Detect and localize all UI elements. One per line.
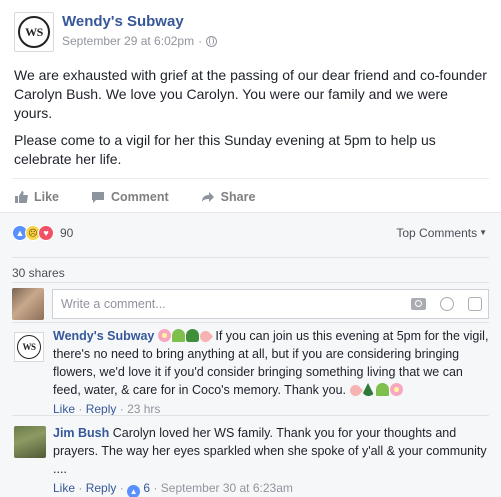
thumbs-up-icon: ▲ bbox=[127, 485, 141, 497]
separator: · bbox=[153, 481, 158, 495]
shares-count[interactable]: 30 shares bbox=[12, 257, 489, 280]
comment-avatar[interactable]: WS bbox=[14, 332, 44, 362]
ws-logo: WS bbox=[18, 16, 50, 48]
separator: · bbox=[119, 481, 124, 495]
comment-icon bbox=[92, 191, 105, 203]
comment-placeholder: Write a comment... bbox=[61, 297, 166, 311]
comment-like-link[interactable]: Like bbox=[53, 402, 75, 416]
share-label: Share bbox=[220, 189, 256, 204]
comment-like-link[interactable]: Like bbox=[53, 481, 75, 495]
emoji-icon[interactable] bbox=[440, 297, 454, 311]
separator: · bbox=[119, 402, 124, 416]
ws-logo: WS bbox=[17, 335, 41, 359]
reaction-icons[interactable]: ▲ ☹ ♥ bbox=[12, 225, 54, 241]
reaction-count[interactable]: 90 bbox=[60, 226, 73, 240]
evergreen-emoji-icon bbox=[361, 383, 375, 396]
meta-separator: · bbox=[198, 34, 203, 48]
post-paragraph: We are exhausted with grief at the passi… bbox=[14, 67, 487, 121]
comment-reply-link[interactable]: Reply bbox=[86, 402, 117, 416]
comment-avatar[interactable] bbox=[14, 426, 46, 458]
top-comments-dropdown[interactable]: Top Comments ▼ bbox=[396, 226, 487, 240]
top-comments-label: Top Comments bbox=[396, 226, 478, 240]
separator: · bbox=[78, 481, 83, 495]
like-label: Like bbox=[34, 189, 60, 204]
camera-icon[interactable] bbox=[411, 298, 426, 310]
comments-section: ▲ ☹ ♥ 90 Top Comments ▼ 30 shares Write a… bbox=[0, 212, 501, 497]
post-timestamp[interactable]: September 29 at 6:02pm bbox=[62, 34, 194, 48]
sticker-icon[interactable] bbox=[468, 297, 482, 311]
comment-actions: Like · Reply · 23 hrs bbox=[53, 402, 489, 416]
comment-input[interactable]: Write a comment... bbox=[52, 289, 489, 319]
flower-emoji-icon bbox=[389, 383, 403, 396]
comment-composer: Write a comment... bbox=[12, 282, 489, 320]
share-button[interactable]: Share bbox=[201, 189, 256, 204]
comment-author[interactable]: Jim Bush bbox=[53, 426, 109, 440]
love-icon: ♥ bbox=[38, 225, 54, 241]
comment: Jim Bush Carolyn loved her WS family. Th… bbox=[12, 415, 489, 497]
comment-reply-link[interactable]: Reply bbox=[86, 481, 117, 495]
facebook-post: WS Wendy's Subway September 29 at 6:02pm… bbox=[0, 0, 501, 497]
composer-icons bbox=[411, 297, 482, 311]
globe-icon[interactable] bbox=[206, 35, 218, 47]
avatar[interactable] bbox=[12, 288, 44, 320]
comment-text: Carolyn loved her WS family. Thank you f… bbox=[53, 426, 487, 476]
like-button[interactable]: Like bbox=[14, 190, 59, 204]
thumbs-up-icon bbox=[15, 190, 28, 203]
reactions-row: ▲ ☹ ♥ 90 Top Comments ▼ bbox=[12, 217, 489, 249]
post-actions: Like Comment Share bbox=[12, 178, 489, 208]
comment-label: Comment bbox=[111, 189, 169, 204]
page-avatar[interactable]: WS bbox=[14, 12, 54, 52]
post-body: We are exhausted with grief at the passi… bbox=[14, 66, 488, 177]
page-name-link[interactable]: Wendy's Subway bbox=[62, 13, 184, 30]
share-icon bbox=[201, 191, 214, 202]
comment-body: Jim Bush Carolyn loved her WS family. Th… bbox=[53, 424, 489, 478]
comment-like-count[interactable]: 6 bbox=[143, 481, 150, 495]
flower-emoji-icon bbox=[157, 329, 171, 342]
seedling-emoji-icon bbox=[171, 329, 185, 342]
comment-button[interactable]: Comment bbox=[91, 190, 169, 204]
heart-emoji-icon bbox=[197, 328, 214, 345]
comment-body: Wendy's Subway If you can join us this e… bbox=[53, 327, 489, 399]
post-meta: September 29 at 6:02pm · bbox=[62, 34, 218, 48]
chevron-down-icon: ▼ bbox=[479, 228, 487, 237]
post-paragraph: Please come to a vigil for her this Sund… bbox=[14, 132, 436, 167]
comment-actions: Like · Reply · ▲ 6 · September 30 at 6:2… bbox=[53, 481, 489, 497]
tree-emoji-icon bbox=[185, 329, 199, 342]
comment-author[interactable]: Wendy's Subway bbox=[53, 329, 154, 343]
seedling-emoji-icon bbox=[375, 383, 389, 396]
comment-time[interactable]: September 30 at 6:23am bbox=[161, 481, 293, 495]
comment-time[interactable]: 23 hrs bbox=[127, 402, 160, 416]
separator: · bbox=[78, 402, 83, 416]
comment: WS Wendy's Subway If you can join us thi… bbox=[12, 322, 489, 416]
